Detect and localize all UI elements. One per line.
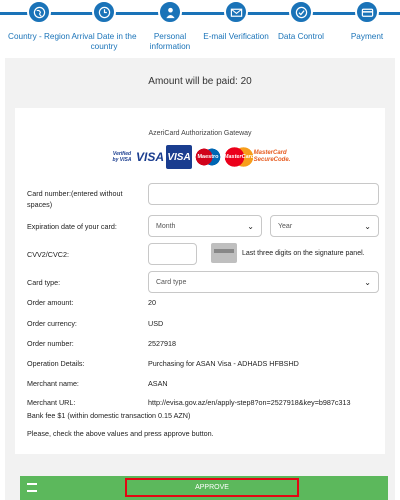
cvv-hint: Last three digits on the signature panel… bbox=[242, 250, 365, 257]
year-select[interactable]: Year ⌄ bbox=[270, 215, 379, 237]
step-label: E-mail Verification bbox=[203, 32, 269, 41]
month-value: Month bbox=[156, 222, 176, 230]
detail-label: Merchant name: bbox=[27, 379, 79, 388]
check-notice-text: Please, check the above values and press… bbox=[27, 429, 214, 438]
mastercard-securecode-logo: MasterCard SecureCode. bbox=[253, 150, 291, 163]
chevron-down-icon: ⌄ bbox=[364, 277, 371, 287]
merchant-url-value: http://evisa.gov.az/en/apply-step8?on=25… bbox=[148, 398, 351, 407]
detail-value: Purchasing for ASAN Visa - ADHADS HFBSHD bbox=[148, 359, 299, 368]
card-type-value: Card type bbox=[156, 278, 187, 286]
card-logos: Verified by VISA VISA VISA Maestro Maste… bbox=[110, 143, 291, 171]
year-value: Year bbox=[278, 222, 293, 230]
envelope-icon bbox=[224, 0, 248, 24]
step-label: Personal information bbox=[149, 32, 191, 51]
gateway-title: AzeriCard Authorization Gateway bbox=[148, 130, 252, 137]
detail-value: 20 bbox=[148, 298, 156, 307]
maestro-logo: Maestro bbox=[195, 145, 221, 169]
chevron-down-icon: ⌄ bbox=[364, 221, 371, 231]
month-select[interactable]: Month ⌄ bbox=[148, 215, 262, 237]
bank-fee-text: Bank fee $1 (within domestic transaction… bbox=[27, 411, 191, 420]
verified-by-visa-logo: Verified by VISA bbox=[112, 151, 132, 163]
card-back-icon bbox=[211, 243, 237, 263]
globe-icon bbox=[27, 0, 51, 24]
chevron-down-icon: ⌄ bbox=[247, 221, 254, 231]
expiration-label: Expiration date of your card: bbox=[27, 222, 117, 231]
mastercard-logo: MasterCard bbox=[224, 145, 254, 169]
visa-electron-logo: VISA bbox=[166, 145, 192, 169]
menu-icon bbox=[27, 483, 37, 492]
detail-label: Order currency: bbox=[27, 319, 77, 328]
detail-label: Operation Details: bbox=[27, 359, 85, 368]
credit-card-icon bbox=[355, 0, 379, 24]
detail-label: Order number: bbox=[27, 339, 74, 348]
card-number-input[interactable] bbox=[148, 183, 379, 205]
detail-value: 2527918 bbox=[148, 339, 176, 348]
calendar-clock-icon bbox=[92, 0, 116, 24]
detail-label: Order amount: bbox=[27, 298, 74, 307]
step-label: Arrival Date in the country bbox=[71, 32, 137, 51]
step-label: Payment bbox=[350, 32, 384, 41]
visa-logo: VISA bbox=[136, 150, 165, 164]
person-icon bbox=[158, 0, 182, 24]
checkmark-icon bbox=[289, 0, 313, 24]
card-type-select[interactable]: Card type ⌄ bbox=[148, 271, 379, 293]
approve-button[interactable]: APPROVE bbox=[125, 478, 299, 497]
step-label: Data Control bbox=[278, 32, 324, 41]
step-label: Country - Region bbox=[8, 32, 70, 41]
cvv-label: CVV2/CVC2: bbox=[27, 250, 69, 259]
cvv-input[interactable] bbox=[148, 243, 197, 265]
progress-line bbox=[0, 12, 400, 15]
card-number-label: Card number:(entered without spaces) bbox=[27, 189, 123, 209]
progress-steps: Country - Region Arrival Date in the cou… bbox=[0, 0, 400, 58]
card-type-label: Card type: bbox=[27, 278, 61, 287]
detail-value: USD bbox=[148, 319, 164, 328]
amount-text: Amount will be paid: 20 bbox=[148, 76, 252, 87]
detail-value: ASAN bbox=[148, 379, 168, 388]
detail-label: Merchant URL: bbox=[27, 398, 76, 407]
